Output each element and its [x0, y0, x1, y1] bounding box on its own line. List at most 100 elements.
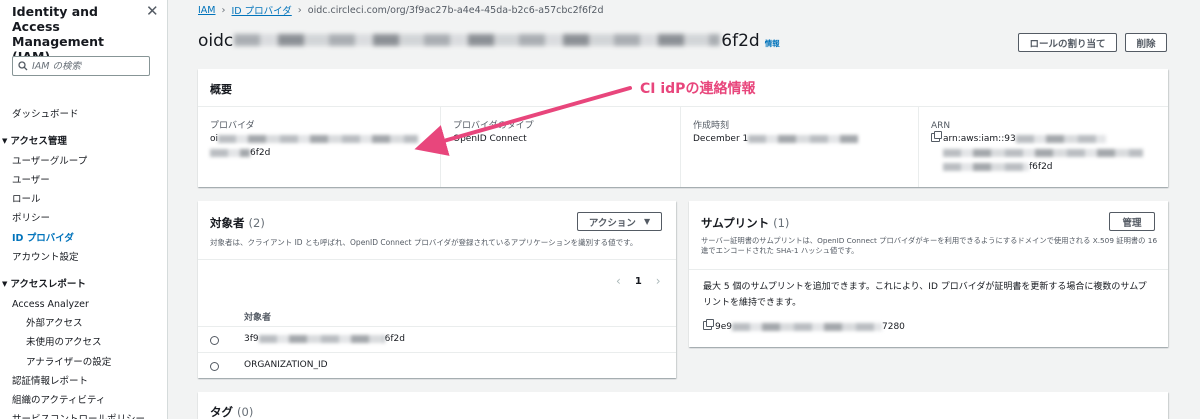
table-header: 対象者: [198, 305, 676, 327]
sidebar-title: Identity and Access Management (IAM): [12, 4, 105, 64]
search-input[interactable]: [32, 60, 140, 72]
thumbprints-info: 最大 5 個のサムプリントを追加できます。これにより、ID プロバイダが証明書を…: [703, 282, 1147, 308]
redacted-text: [943, 162, 1029, 171]
thumbprint-suffix: 7280: [882, 322, 905, 332]
prev-page-icon[interactable]: ‹: [616, 274, 621, 288]
sidebar-item-users[interactable]: ユーザー: [0, 171, 168, 190]
provider-value: oi: [210, 132, 428, 146]
annotation-label: CI idPの連絡情報: [640, 81, 756, 97]
provider-value-prefix: oi: [210, 134, 219, 144]
divider: [198, 259, 676, 260]
arn-value: arn:aws:iam::93: [931, 131, 1156, 146]
page-title-suffix: 6f2d: [721, 31, 760, 51]
chevron-right-icon: ›: [297, 4, 302, 16]
audience-suffix: 6f2d: [384, 334, 405, 344]
breadcrumb-identity-providers[interactable]: ID プロバイダ: [232, 3, 292, 17]
tags-title: タグ (0): [210, 404, 253, 419]
sidebar-item-scps[interactable]: サービスコントロールポリシー: [0, 410, 168, 419]
breadcrumb-iam[interactable]: IAM: [198, 5, 216, 16]
sidebar-item-external-access[interactable]: 外部アクセス: [0, 314, 168, 333]
audiences-panel: 対象者 (2) 対象者は、クライアント ID とも呼ばれ、OpenID Conn…: [198, 201, 676, 378]
pagination: ‹ 1 ›: [616, 274, 661, 288]
page-title: oidc 6f2d 情報: [198, 31, 780, 51]
sidebar: Identity and Access Management (IAM) ✕ ダ…: [0, 0, 168, 419]
redacted-text: [234, 34, 721, 46]
row-radio[interactable]: [210, 336, 219, 345]
redacted-text: [210, 148, 250, 157]
redacted-text: [943, 148, 1143, 157]
caret-down-icon: ▼: [2, 137, 8, 146]
sidebar-item-user-groups[interactable]: ユーザーグループ: [0, 152, 168, 171]
arn-column: ARN arn:aws:iam::93 f6f2d: [918, 106, 1168, 187]
arn-value-line3: f6f2d: [931, 160, 1156, 174]
tags-panel: タグ (0): [198, 392, 1168, 419]
thumbprint-prefix: 9e9: [715, 322, 732, 332]
actions-label: アクション: [588, 217, 636, 229]
provider-label: プロバイダ: [210, 121, 255, 131]
thumbprints-description: サーバー証明書のサムプリントは、OpenID Connect プロバイダがキーを…: [701, 236, 1158, 255]
provider-value-line2: 6f2d: [210, 146, 428, 160]
thumbprints-title-text: サムプリント: [701, 216, 770, 230]
caret-down-icon: ▼: [643, 217, 651, 226]
audiences-description: 対象者は、クライアント ID とも呼ばれ、OpenID Connect プロバイ…: [210, 238, 638, 247]
redacted-text: [748, 134, 859, 143]
audience-value: 3f9 6f2d: [244, 334, 405, 344]
actions-dropdown[interactable]: アクション ▼: [577, 212, 662, 231]
tags-count: (0): [237, 405, 254, 419]
redacted-text: [258, 334, 385, 343]
sidebar-item-policies[interactable]: ポリシー: [0, 209, 168, 228]
copy-icon[interactable]: [703, 319, 714, 330]
sidebar-section-label: アクセス管理: [10, 136, 67, 148]
next-page-icon[interactable]: ›: [656, 274, 661, 288]
row-radio[interactable]: [210, 362, 219, 371]
created-value-prefix: December 1: [693, 134, 749, 144]
close-icon[interactable]: ✕: [146, 2, 159, 20]
sidebar-item-unused-access[interactable]: 未使用のアクセス: [0, 333, 168, 352]
thumbprints-count: (1): [773, 216, 790, 230]
redacted-text: [218, 134, 419, 143]
search-icon: [18, 61, 28, 71]
sidebar-item-organization-activity[interactable]: 組織のアクティビティ: [0, 391, 168, 410]
thumbprints-panel: サムプリント (1) 管理 サーバー証明書のサムプリントは、OpenID Con…: [689, 201, 1168, 347]
audiences-title-text: 対象者: [210, 216, 245, 230]
arn-value-line2: [931, 146, 1156, 160]
sidebar-section-access-management[interactable]: ▼ アクセス管理: [0, 132, 168, 151]
table-row[interactable]: ORGANIZATION_ID: [198, 354, 676, 379]
column-header-audience: 対象者: [244, 313, 272, 323]
sidebar-item-credential-report[interactable]: 認証情報レポート: [0, 372, 168, 391]
sidebar-nav: ダッシュボード ▼ アクセス管理 ユーザーグループ ユーザー ロール ポリシー I…: [0, 105, 168, 419]
page-number[interactable]: 1: [635, 276, 642, 287]
thumbprints-title: サムプリント (1): [701, 215, 789, 231]
assign-role-button[interactable]: ロールの割り当て: [1018, 33, 1117, 52]
manage-button[interactable]: 管理: [1109, 212, 1155, 231]
sidebar-search[interactable]: [12, 56, 150, 76]
arn-value-suffix: f6f2d: [1029, 162, 1053, 172]
provider-type-value: OpenID Connect: [453, 134, 527, 144]
audience-value: ORGANIZATION_ID: [244, 360, 328, 370]
redacted-text: [1015, 134, 1106, 143]
sidebar-item-identity-providers[interactable]: ID プロバイダ: [0, 229, 168, 248]
copy-icon[interactable]: [931, 131, 942, 142]
sidebar-item-dashboard[interactable]: ダッシュボード: [0, 105, 168, 124]
summary-title: 概要: [210, 83, 232, 96]
tags-title-text: タグ: [210, 405, 233, 419]
audiences-title: 対象者 (2): [210, 215, 265, 231]
sidebar-item-analyzer-settings[interactable]: アナライザーの設定: [0, 353, 168, 372]
delete-button[interactable]: 削除: [1125, 33, 1167, 52]
sidebar-item-access-analyzer[interactable]: Access Analyzer: [0, 295, 168, 314]
sidebar-section-label: アクセスレポート: [10, 279, 86, 291]
created-value: December 1: [693, 132, 906, 146]
sidebar-item-roles[interactable]: ロール: [0, 190, 168, 209]
audience-prefix: 3f9: [244, 334, 259, 344]
sidebar-section-access-reports[interactable]: ▼ アクセスレポート: [0, 275, 168, 294]
thumbprint-value: 9e9 7280: [703, 319, 905, 332]
provider-type-column: プロバイダのタイプ OpenID Connect: [440, 106, 680, 187]
sidebar-item-account-settings[interactable]: アカウント設定: [0, 248, 168, 267]
audiences-count: (2): [248, 216, 265, 230]
info-link[interactable]: 情報: [765, 38, 780, 49]
table-row[interactable]: 3f9 6f2d: [198, 328, 676, 353]
breadcrumb-current: oidc.circleci.com/org/3f9ac27b-a4e4-45da…: [307, 4, 604, 16]
provider-value-suffix: 6f2d: [250, 148, 271, 158]
provider-type-label: プロバイダのタイプ: [453, 121, 534, 131]
created-column: 作成時刻 December 1: [680, 106, 918, 187]
